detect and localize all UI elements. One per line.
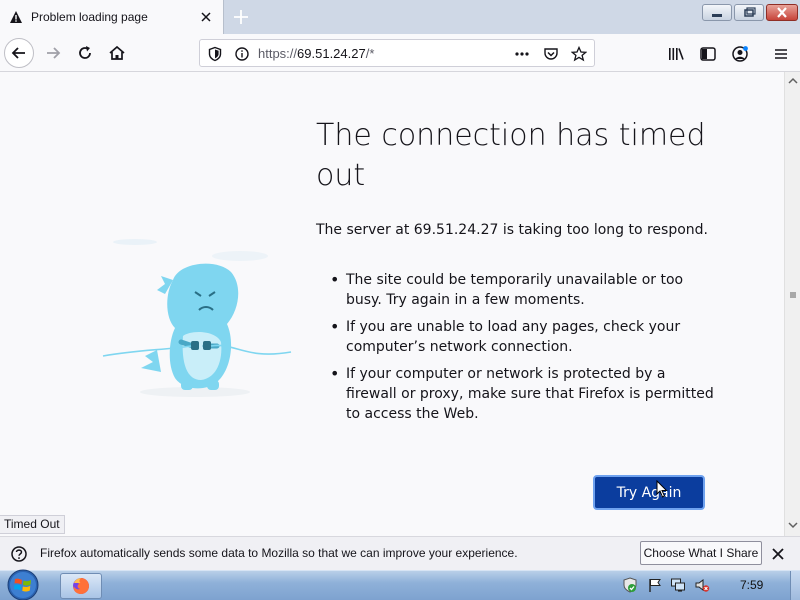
list-item: The site could be temporarily unavailabl… [316, 270, 716, 310]
minimize-icon [712, 14, 722, 17]
try-again-button[interactable]: Try Again [593, 475, 705, 510]
star-icon[interactable] [571, 46, 587, 62]
notification-text: Firefox automatically sends some data to… [40, 546, 518, 560]
question-icon [11, 546, 27, 562]
page-content: The connection has timed out The server … [0, 72, 784, 536]
window-maximize-button[interactable] [734, 4, 764, 21]
title-bar: Problem loading page [0, 0, 800, 34]
choose-what-i-share-button[interactable]: Choose What I Share [640, 541, 762, 565]
close-icon[interactable] [769, 545, 787, 563]
home-icon [109, 45, 125, 60]
windows-start-icon[interactable] [3, 568, 43, 600]
tab-active[interactable]: Problem loading page [0, 0, 224, 34]
hamburger-menu-icon[interactable] [772, 45, 790, 63]
url-bar[interactable]: https://69.51.24.27/* [199, 39, 595, 67]
restore-icon [744, 7, 756, 17]
navigation-toolbar: https://69.51.24.27/* [0, 34, 800, 72]
url-scheme: https:// [258, 46, 298, 61]
reload-icon [79, 46, 91, 59]
library-icon[interactable] [667, 45, 685, 63]
show-desktop-button[interactable] [790, 571, 800, 600]
plus-icon[interactable] [230, 6, 252, 28]
pocket-icon[interactable] [543, 46, 559, 62]
status-panel: Timed Out [0, 515, 65, 534]
timed-out-dinosaur-illustration [102, 239, 292, 397]
action-center-shield-icon[interactable] [622, 577, 638, 593]
windows-taskbar: 7:59 [0, 568, 800, 600]
close-icon[interactable] [198, 9, 214, 25]
flag-icon[interactable] [647, 577, 663, 593]
window-close-button[interactable] [766, 4, 798, 21]
forward-button[interactable] [38, 38, 68, 68]
sidebar-icon[interactable] [699, 45, 717, 63]
back-arrow-icon [11, 47, 25, 59]
error-description: The server at 69.51.24.27 is taking too … [316, 222, 708, 238]
vertical-scrollbar[interactable] [784, 72, 800, 536]
scrollbar-grip-icon[interactable] [786, 288, 800, 302]
error-reasons-list: The site could be temporarily unavailabl… [316, 270, 716, 431]
error-title: The connection has timed out [316, 118, 706, 193]
scroll-down-arrow-icon[interactable] [786, 518, 800, 532]
shield-icon[interactable] [207, 46, 223, 62]
reload-button[interactable] [70, 38, 100, 68]
window-minimize-button[interactable] [702, 4, 732, 21]
data-reporting-notification-bar: Firefox automatically sends some data to… [0, 536, 800, 570]
home-button[interactable] [102, 38, 132, 68]
more-dots-icon[interactable] [514, 46, 530, 62]
account-icon[interactable] [731, 45, 749, 63]
close-icon [777, 7, 787, 18]
info-icon[interactable] [234, 46, 250, 62]
url-host: 69.51.24.27 [297, 46, 366, 61]
url-path: /* [365, 46, 375, 61]
url-text[interactable]: https://69.51.24.27/* [258, 46, 374, 61]
taskbar-clock[interactable]: 7:59 [740, 578, 763, 592]
forward-arrow-icon [47, 47, 61, 59]
tab-title: Problem loading page [31, 10, 148, 24]
warning-icon [10, 11, 22, 23]
firefox-icon [73, 578, 89, 594]
scroll-up-arrow-icon[interactable] [786, 74, 800, 88]
list-item: If you are unable to load any pages, che… [316, 317, 716, 357]
volume-muted-icon[interactable] [694, 577, 710, 593]
network-icon[interactable] [670, 577, 686, 593]
list-item: If your computer or network is protected… [316, 364, 716, 424]
taskbar-firefox-button[interactable] [60, 573, 102, 599]
mouse-cursor-icon [656, 480, 668, 498]
back-button[interactable] [4, 38, 34, 68]
